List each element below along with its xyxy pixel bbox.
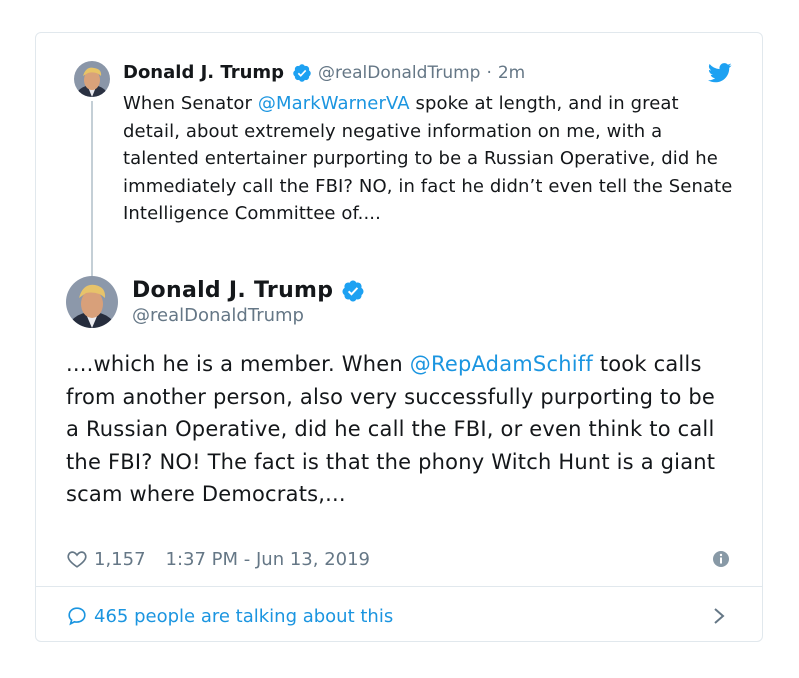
footer-divider: [36, 586, 762, 587]
info-icon[interactable]: [712, 550, 730, 568]
tweet-meta-row: 1,157 1:37 PM - Jun 13, 2019: [66, 546, 732, 572]
parent-text-before: When Senator: [123, 93, 258, 114]
mention-link[interactable]: @MarkWarnerVA: [258, 93, 410, 114]
heart-icon[interactable]: [66, 548, 88, 570]
parent-author-handle[interactable]: @realDonaldTrump: [318, 61, 480, 85]
thread-line: [91, 101, 93, 279]
embedded-tweet-card: Donald J. Trump @realDonaldTrump · 2m Wh…: [35, 32, 763, 642]
parent-tweet-text: When Senator @MarkWarnerVA spoke at leng…: [123, 90, 733, 228]
main-tweet-text: ....which he is a member. When @RepAdamS…: [66, 348, 716, 511]
chevron-right-icon[interactable]: [712, 606, 726, 626]
main-author-row: Donald J. Trump: [132, 278, 365, 303]
parent-time-ago[interactable]: 2m: [498, 61, 525, 85]
mention-link[interactable]: @RepAdamSchiff: [410, 352, 593, 376]
verified-badge-icon: [342, 280, 364, 301]
verified-badge-icon: [293, 64, 311, 82]
main-avatar[interactable]: [66, 276, 118, 328]
main-author-name[interactable]: Donald J. Trump: [132, 278, 333, 303]
twitter-bird-icon[interactable]: [708, 63, 732, 83]
parent-tweet[interactable]: Donald J. Trump @realDonaldTrump · 2m Wh…: [36, 33, 762, 279]
main-author-handle[interactable]: @realDonaldTrump: [132, 305, 304, 326]
talking-count-text: 465 people are talking about this: [94, 605, 394, 627]
conversation-link[interactable]: 465 people are talking about this: [66, 601, 732, 631]
parent-tweet-header: Donald J. Trump @realDonaldTrump · 2m: [123, 61, 525, 85]
parent-author-name[interactable]: Donald J. Trump: [123, 61, 284, 85]
parent-avatar[interactable]: [74, 61, 110, 97]
tweet-timestamp[interactable]: 1:37 PM - Jun 13, 2019: [166, 549, 370, 570]
speech-bubble-icon: [68, 607, 86, 626]
like-count[interactable]: 1,157: [94, 549, 146, 570]
separator-dot: ·: [486, 63, 492, 83]
main-text-before: ....which he is a member. When: [66, 352, 410, 376]
